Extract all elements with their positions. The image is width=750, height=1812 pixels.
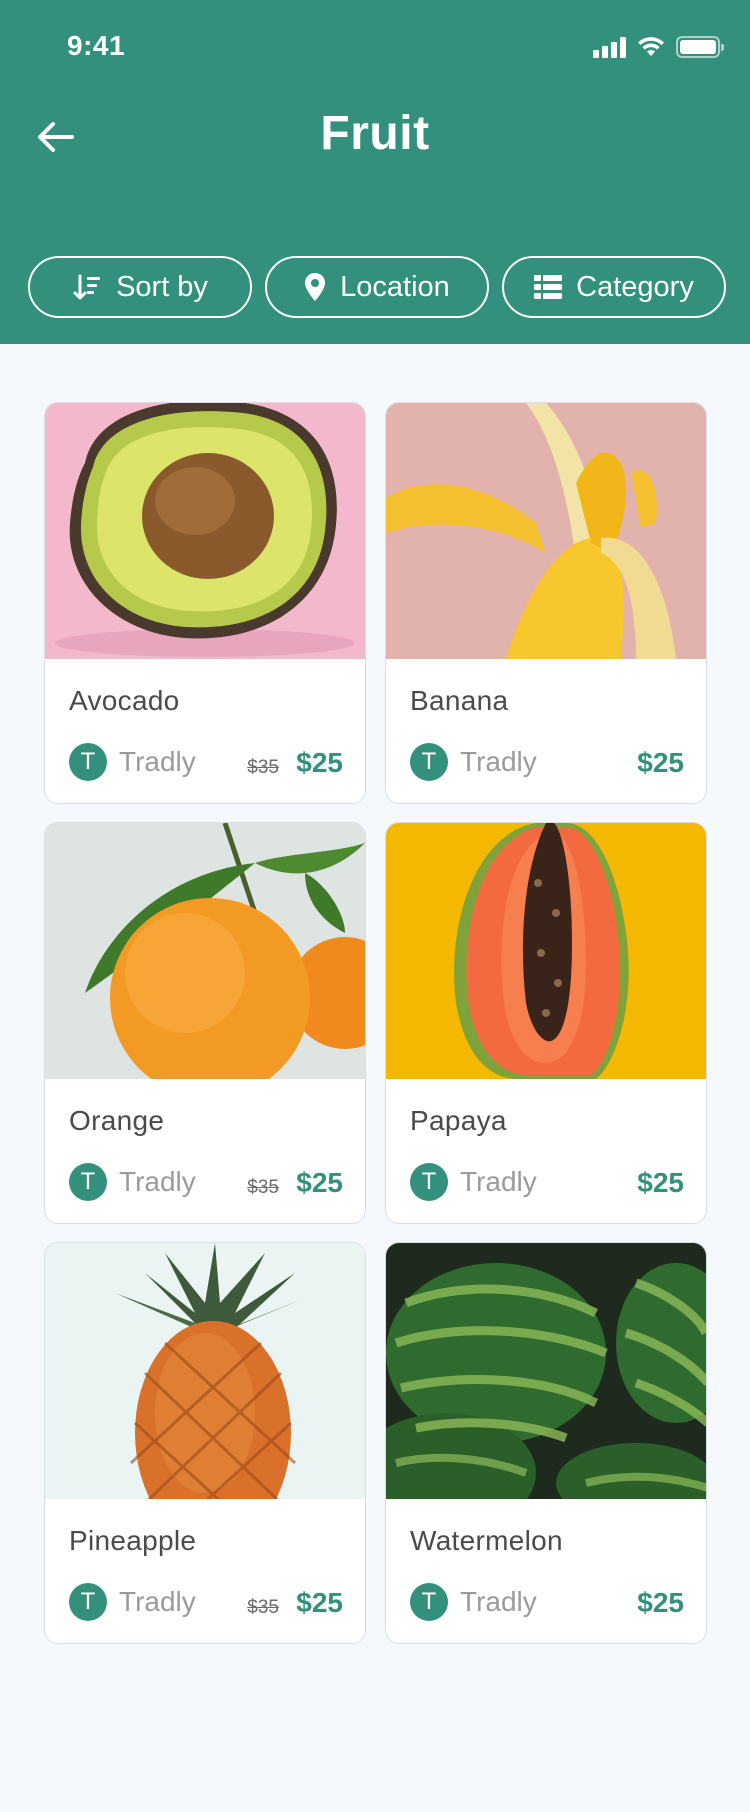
avocado-image [45, 403, 365, 659]
papaya-image [386, 823, 706, 1079]
sort-icon [73, 274, 101, 300]
product-grid: Avocado T Tradly $35 $25 Banana T Tradly… [44, 402, 707, 1644]
original-price: $35 [247, 1597, 279, 1618]
product-name: Papaya [410, 1105, 507, 1136]
status-time: 9:41 [67, 30, 126, 61]
price: $25 [637, 1587, 684, 1618]
original-price: $35 [247, 757, 279, 778]
orange-image [45, 823, 365, 1079]
location-label: Location [340, 270, 450, 303]
product-name: Watermelon [410, 1525, 563, 1556]
wifi-icon [638, 37, 664, 56]
list-grid-icon [534, 275, 563, 299]
seller-name: Tradly [119, 1586, 196, 1617]
sort-by-button[interactable]: Sort by [28, 256, 252, 318]
seller-avatar: T [410, 1163, 448, 1201]
watermelon-image [386, 1243, 706, 1499]
filter-bar: Sort by Location Category [28, 256, 726, 318]
price: $25 [296, 1587, 343, 1618]
pineapple-image [45, 1243, 365, 1499]
seller: T Tradly [69, 1583, 196, 1621]
product-name: Orange [69, 1105, 165, 1136]
seller-name: Tradly [460, 746, 537, 777]
location-button[interactable]: Location [265, 256, 489, 318]
price: $25 [637, 1167, 684, 1198]
product-card-avocado[interactable]: Avocado T Tradly $35 $25 [44, 402, 366, 804]
product-name: Banana [410, 685, 509, 716]
status-icons [593, 32, 724, 58]
seller-name: Tradly [119, 1166, 196, 1197]
product-card-banana[interactable]: Banana T Tradly $25 [385, 402, 707, 804]
page-title: Fruit [320, 107, 430, 160]
banana-image [386, 403, 706, 659]
product-card-papaya[interactable]: Papaya T Tradly $25 [385, 822, 707, 1224]
seller-avatar: T [69, 1583, 107, 1621]
product-card-orange[interactable]: Orange T Tradly $35 $25 [44, 822, 366, 1224]
seller-avatar: T [69, 1163, 107, 1201]
price: $25 [296, 1167, 343, 1198]
seller: T Tradly [69, 1163, 196, 1201]
sort-by-label: Sort by [116, 270, 208, 303]
category-label: Category [576, 270, 694, 303]
seller: T Tradly [410, 1163, 537, 1201]
seller-name: Tradly [119, 746, 196, 777]
original-price: $35 [247, 1177, 279, 1198]
battery-icon [676, 36, 724, 58]
category-button[interactable]: Category [502, 256, 726, 318]
seller-name: Tradly [460, 1586, 537, 1617]
product-name: Pineapple [69, 1525, 197, 1556]
seller: T Tradly [69, 743, 196, 781]
product-card-watermelon[interactable]: Watermelon T Tradly $25 [385, 1242, 707, 1644]
product-name: Avocado [69, 685, 180, 716]
app-header: 9:41 Fruit Sort by Location Category [0, 0, 750, 344]
cellular-signal-icon [593, 36, 626, 58]
seller: T Tradly [410, 1583, 537, 1621]
seller-avatar: T [69, 743, 107, 781]
product-card-pineapple[interactable]: Pineapple T Tradly $35 $25 [44, 1242, 366, 1644]
seller: T Tradly [410, 743, 537, 781]
seller-name: Tradly [460, 1166, 537, 1197]
price: $25 [637, 747, 684, 778]
location-pin-icon [305, 273, 326, 301]
seller-avatar: T [410, 743, 448, 781]
seller-avatar: T [410, 1583, 448, 1621]
price: $25 [296, 747, 343, 778]
